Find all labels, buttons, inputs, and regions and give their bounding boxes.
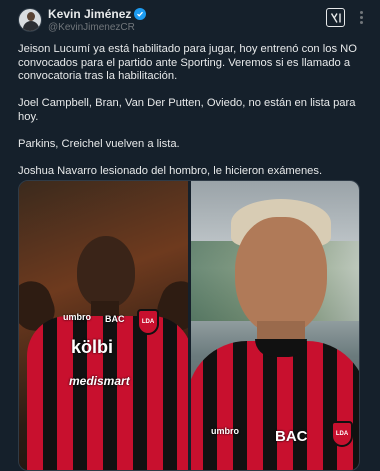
more-options-icon[interactable]	[352, 8, 370, 26]
player-head-shape	[77, 236, 135, 308]
tweet-paragraph: Parkins, Creichel vuelven a lista.	[18, 138, 180, 151]
medismart-logo: medismart	[69, 374, 130, 388]
bac-logo: BAC	[105, 314, 125, 324]
player-head-shape	[235, 217, 327, 335]
tweet-header: Kevin Jiménez @KevinJimenezCR	[0, 0, 380, 40]
umbro-logo: umbro	[63, 312, 91, 322]
umbro-logo: umbro	[211, 426, 239, 436]
crest-label: LDA	[141, 319, 155, 325]
more-dot	[359, 10, 363, 14]
tweet-body: Jeison Lucumí ya está habilitado para ju…	[18, 43, 364, 193]
media-photo-left[interactable]: umbro BAC LDA kölbi medismart	[19, 181, 188, 470]
avatar-head-shape	[27, 12, 35, 21]
author-name-row: Kevin Jiménez	[48, 7, 147, 21]
tweet-paragraph: Joel Campbell, Bran, Van Der Putten, Ovi…	[18, 97, 356, 123]
avatar-body-shape	[23, 21, 39, 31]
media-photo-right[interactable]: umbro BAC LDA	[191, 181, 359, 470]
author-handle[interactable]: @KevinJimenezCR	[48, 22, 135, 33]
author-avatar[interactable]	[18, 8, 42, 32]
club-crest-icon: LDA	[137, 309, 159, 335]
club-crest-icon: LDA	[331, 421, 353, 447]
author-name[interactable]: Kevin Jiménez	[48, 7, 131, 21]
tweet-paragraph: Joshua Navarro lesionado del hombro, le …	[18, 165, 323, 178]
verified-badge-icon	[134, 8, 147, 20]
more-dot	[359, 15, 363, 19]
crest-label: LDA	[335, 431, 349, 437]
bac-logo: BAC	[275, 428, 308, 445]
kolbi-logo: kölbi	[71, 337, 114, 357]
tweet-media[interactable]: umbro BAC LDA kölbi medismart umbro BAC …	[18, 180, 360, 471]
more-dot	[359, 20, 363, 24]
player-jersey	[191, 341, 359, 470]
tweet-paragraph: Jeison Lucumí ya está habilitado para ju…	[18, 43, 357, 83]
grok-icon[interactable]	[326, 8, 345, 27]
